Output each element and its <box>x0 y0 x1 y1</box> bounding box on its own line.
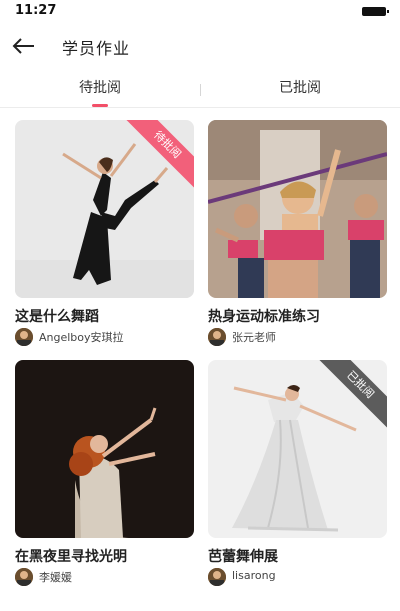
homework-card[interactable]: 热身运动标准练习 张元老师 <box>208 120 387 348</box>
tab-pending[interactable]: 待批阅 <box>0 72 200 108</box>
avatar <box>208 328 226 346</box>
author-row: 张元老师 <box>208 328 387 346</box>
homework-card[interactable]: 在黑夜里寻找光明 李媛媛 <box>15 360 194 588</box>
avatar <box>15 568 33 586</box>
active-tab-indicator <box>92 104 108 107</box>
avatar <box>15 328 33 346</box>
author-row: Angelboy安琪拉 <box>15 328 194 346</box>
status-time: 11:27 <box>15 3 57 18</box>
author-name: lisarong <box>232 569 276 582</box>
homework-thumbnail <box>15 120 194 298</box>
homework-thumbnail <box>15 360 194 538</box>
back-button[interactable] <box>8 30 40 62</box>
homework-card[interactable]: 已批阅 芭蕾舞伸展 lisarong <box>208 360 387 588</box>
avatar <box>208 568 226 586</box>
page-title: 学员作业 <box>62 39 131 58</box>
battery-icon <box>362 7 389 16</box>
card-title: 芭蕾舞伸展 <box>208 549 278 565</box>
author-row: lisarong <box>208 568 387 586</box>
status-bar: 11:27 <box>0 0 400 22</box>
author-row: 李媛媛 <box>15 568 194 586</box>
card-title: 在黑夜里寻找光明 <box>15 549 127 565</box>
tab-bar: 待批阅 已批阅 <box>0 72 400 108</box>
card-title: 热身运动标准练习 <box>208 309 320 325</box>
homework-thumbnail <box>208 360 387 538</box>
homework-card[interactable]: 待批阅 这是什么舞蹈 Angelboy安琪拉 <box>15 120 194 348</box>
arrow-left-icon <box>12 38 34 54</box>
tab-reviewed[interactable]: 已批阅 <box>200 72 400 108</box>
homework-thumbnail <box>208 120 387 298</box>
author-name: 张元老师 <box>232 331 276 344</box>
card-title: 这是什么舞蹈 <box>15 309 99 325</box>
author-name: Angelboy安琪拉 <box>39 331 124 344</box>
author-name: 李媛媛 <box>39 571 72 584</box>
nav-bar: 学员作业 <box>0 26 400 66</box>
